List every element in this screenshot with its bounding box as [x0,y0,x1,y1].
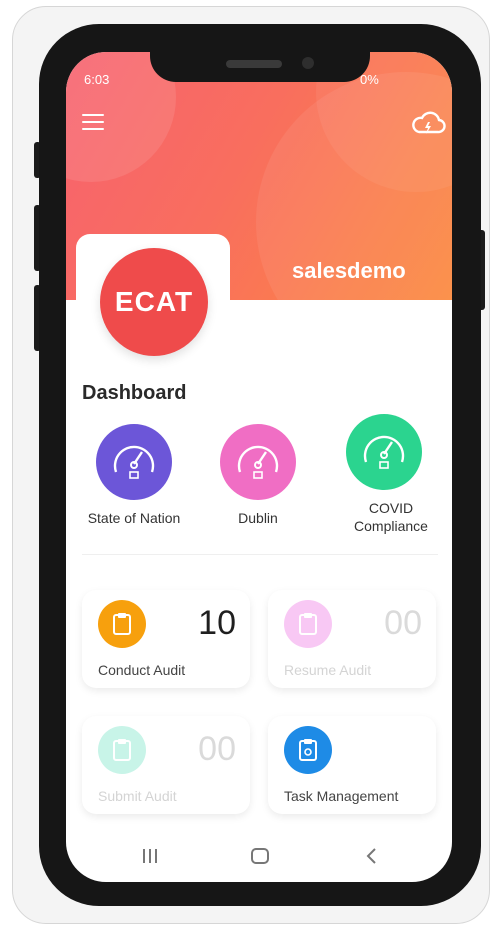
audit-count: 10 [198,604,236,642]
state-of-nation-gauge[interactable] [96,424,172,500]
cloud-sync-icon[interactable] [410,110,446,138]
speedometer-icon [113,445,155,479]
hamburger-menu-icon[interactable] [82,114,104,132]
submit-audit-card[interactable]: 00 Submit Audit [82,716,250,814]
divider [82,554,438,555]
ecat-logo: ECAT [100,248,208,356]
back-icon[interactable] [360,844,384,868]
audit-count: 00 [384,604,422,642]
resume-audit-card[interactable]: 00 Resume Audit [268,590,436,688]
battery-status: 0% [360,72,379,87]
speedometer-icon [363,435,405,469]
dashboard-title: Dashboard [82,382,187,404]
conduct-audit-card[interactable]: 10 Conduct Audit [82,590,250,688]
clipboard-icon [98,600,146,648]
gauge-label: Dublin [238,510,278,526]
gauge-label: COVID [368,500,414,516]
task-management-card[interactable]: Task Management [268,716,436,814]
speaker [226,60,282,68]
gauge-label: State of Nation [87,510,181,526]
app-screen: 6:03 0% salesdemo ECAT Dashboard State o… [66,52,452,882]
navigation-bar [66,832,452,882]
clipboard-icon [98,726,146,774]
camera-dot [302,57,314,69]
dublin-gauge[interactable] [220,424,296,500]
username: salesdemo [292,258,406,283]
audit-count: 00 [198,730,236,768]
home-icon[interactable] [248,844,272,868]
recent-apps-icon[interactable] [138,844,162,868]
card-label: Task Management [284,788,399,804]
logo-text: ECAT [114,286,194,317]
covid-compliance-gauge[interactable] [346,414,422,490]
speedometer-icon [237,445,279,479]
card-label: Resume Audit [284,662,372,678]
card-label: Conduct Audit [98,662,186,678]
card-label: Submit Audit [98,788,177,804]
clipboard-icon [284,600,332,648]
notch [150,24,370,82]
task-clipboard-icon [284,726,332,774]
status-time: 6:03 [84,72,110,87]
gauge-label: Compliance [354,518,428,534]
